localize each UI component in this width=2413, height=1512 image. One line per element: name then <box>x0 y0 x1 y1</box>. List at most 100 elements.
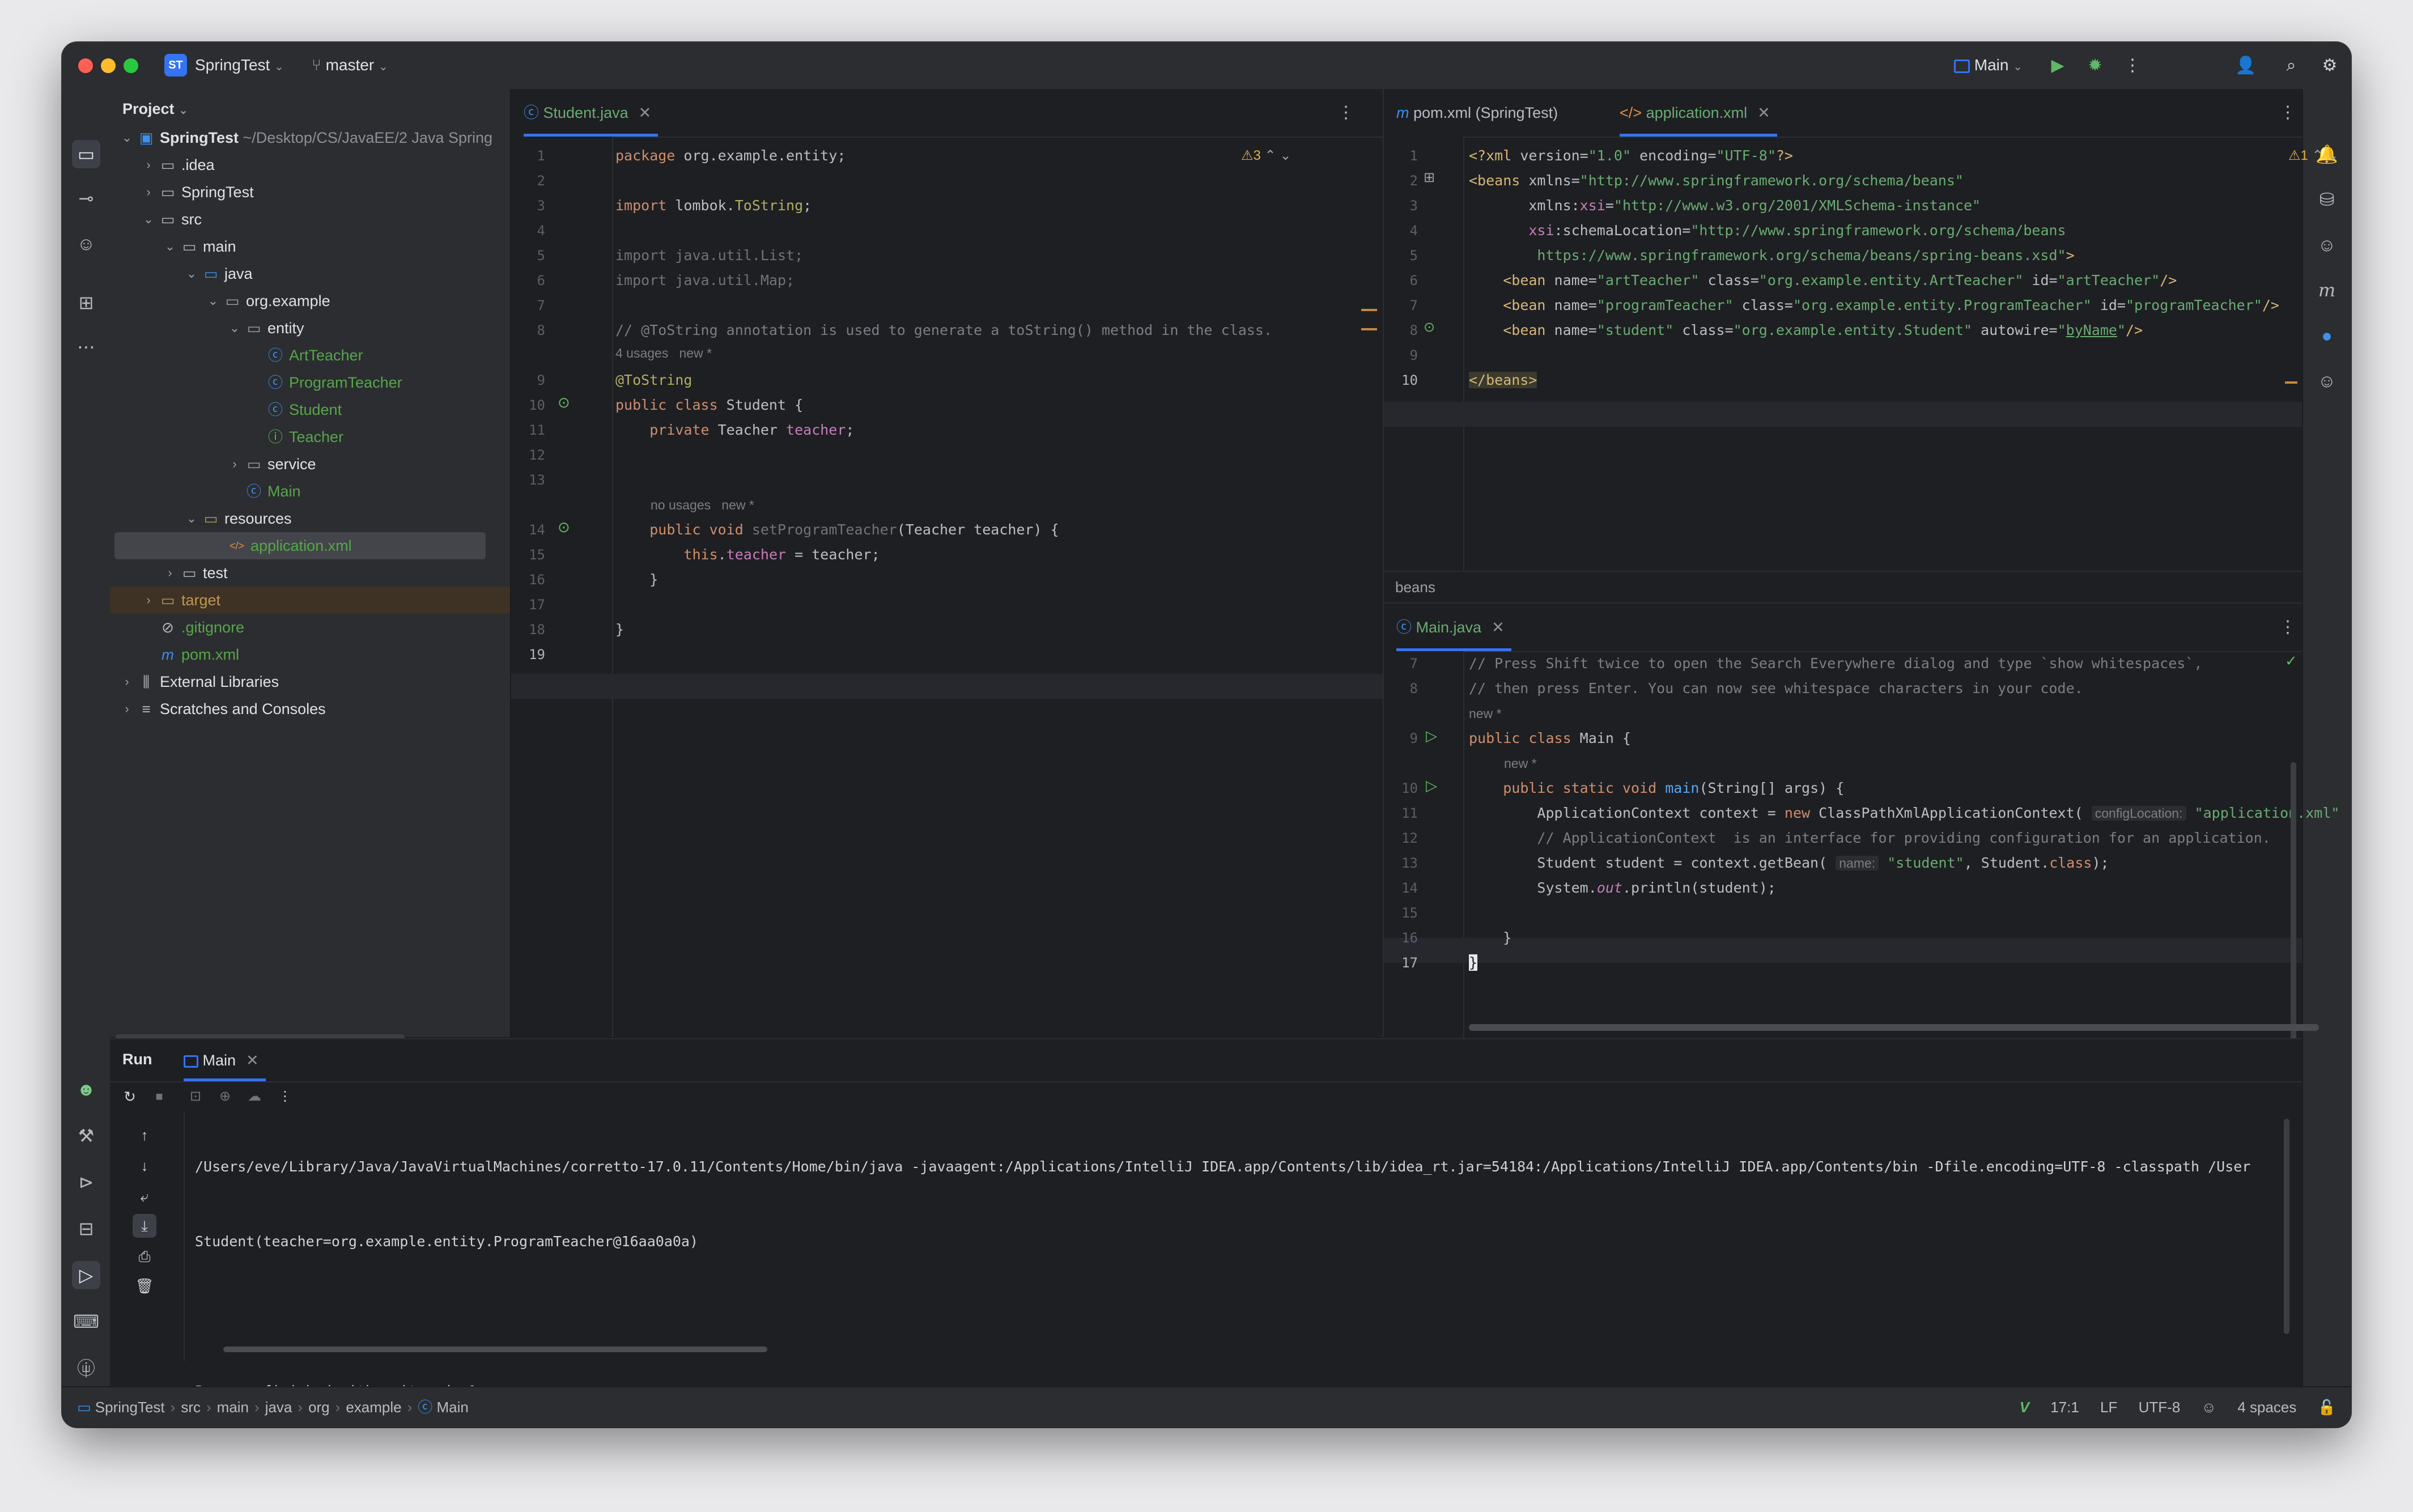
tab-options-icon[interactable]: ⋮ <box>2279 89 2296 137</box>
project-folder-icon[interactable]: ▭ <box>72 140 100 168</box>
run-config-selector[interactable]: Main ⌄ <box>1954 55 2023 77</box>
chevron-down-icon[interactable]: ⌄ <box>142 206 155 233</box>
console-vertical-scrollbar[interactable] <box>2284 1119 2289 1334</box>
tree-item[interactable]: ⊘ .gitignore <box>110 614 510 641</box>
tree-item[interactable]: ⓒ ArtTeacher <box>110 342 510 369</box>
implementation-gutter-icon[interactable]: ⊙ <box>558 519 570 536</box>
run-tool-icon[interactable]: ▷ <box>72 1261 100 1289</box>
tree-item[interactable]: ⌄ ▭ main <box>110 233 510 260</box>
more-actions-icon[interactable]: ⋮ <box>2121 54 2144 78</box>
console-output[interactable]: /Users/eve/Library/Java/JavaVirtualMachi… <box>195 1105 2250 1427</box>
database-icon[interactable]: ⊟ <box>72 1214 100 1243</box>
services-icon[interactable]: ⊳ <box>72 1168 100 1196</box>
bean-graph-gutter-icon[interactable]: ⊞ <box>1424 169 1435 186</box>
chevron-right-icon[interactable]: › <box>120 695 134 723</box>
tree-item[interactable]: ⌄ ▭ org.example <box>110 287 510 315</box>
breadcrumb-item[interactable]: example <box>346 1399 401 1416</box>
editor-horizontal-scrollbar[interactable] <box>1469 1024 2319 1031</box>
chevron-down-icon[interactable]: ⌄ <box>228 315 241 342</box>
trash-icon[interactable]: 🗑 <box>133 1274 156 1298</box>
tab-options-icon[interactable]: ⋮ <box>1337 89 1354 137</box>
tab-application-xml[interactable]: </> application.xml ✕ <box>1620 89 1777 137</box>
chevron-right-icon[interactable]: › <box>163 559 177 587</box>
tree-item[interactable]: ⓘ Teacher <box>110 423 510 451</box>
print-icon[interactable]: ⎙ <box>133 1245 156 1268</box>
git-branch-icon[interactable]: ⑂ <box>72 1357 100 1386</box>
tree-item[interactable]: ⌄ ▭ java <box>110 260 510 287</box>
chevron-down-icon[interactable]: ⌄ <box>206 287 220 315</box>
bean-gutter-icon[interactable]: ⊙ <box>1424 319 1435 335</box>
add-user-icon[interactable]: 👤 <box>2234 54 2258 78</box>
chevron-right-icon[interactable]: › <box>120 668 134 695</box>
warnings-indicator[interactable]: ⚠3 ⌃ ⌄ <box>1241 143 1291 168</box>
tree-item[interactable]: › ▭ SpringTest <box>110 179 510 206</box>
tab-student-java[interactable]: ⓒ Student.java ✕ <box>524 89 659 137</box>
search-icon[interactable]: ⌕ <box>2279 54 2303 78</box>
run-gutter-icon[interactable]: ▷ <box>1426 777 1437 795</box>
tree-item[interactable]: ⓒ ProgramTeacher <box>110 369 510 396</box>
close-tab-icon[interactable]: ✕ <box>246 1052 259 1069</box>
settings-gear-icon[interactable]: ⚙ <box>2318 54 2342 78</box>
run-gutter-icon[interactable]: ▷ <box>1426 727 1437 745</box>
close-window-button[interactable] <box>78 58 93 73</box>
arrow-up-icon[interactable]: ↑ <box>133 1123 156 1147</box>
tree-item[interactable]: ⓒ Main <box>110 478 510 505</box>
rerun-icon[interactable]: ↻ <box>118 1085 142 1108</box>
tree-item[interactable]: › ▭ service <box>110 451 510 478</box>
terminal-icon[interactable]: ⌨ <box>72 1307 100 1336</box>
run-panel-title[interactable]: Run <box>122 1051 152 1068</box>
caret-position[interactable]: 17:1 <box>2050 1399 2079 1416</box>
chevron-right-icon[interactable]: › <box>142 587 155 614</box>
tree-item[interactable]: › ▭ target <box>110 587 510 614</box>
breadcrumb-item[interactable]: java <box>265 1399 292 1416</box>
stop-icon[interactable]: ■ <box>147 1085 171 1108</box>
chevron-right-icon[interactable]: › <box>142 179 155 206</box>
breadcrumb-item[interactable]: org <box>308 1399 330 1416</box>
tree-item[interactable]: › ⫼ External Libraries <box>110 668 510 695</box>
arrow-down-icon[interactable]: ↓ <box>133 1154 156 1178</box>
lock-icon[interactable]: 🔓 <box>2318 1399 2336 1416</box>
copilot-status-icon[interactable]: ☺ <box>2202 1399 2217 1416</box>
breadcrumb-item[interactable]: SpringTest <box>95 1399 165 1416</box>
minimize-window-button[interactable] <box>101 58 116 73</box>
run-tab-main[interactable]: Main ✕ <box>184 1039 266 1081</box>
close-tab-icon[interactable]: ✕ <box>1757 104 1770 121</box>
build-hammer-icon[interactable]: ⚒ <box>72 1122 100 1150</box>
python-console-icon[interactable]: ☻ <box>72 1075 100 1103</box>
maven-icon[interactable]: m <box>2313 276 2341 304</box>
tree-item[interactable]: › ≡ Scratches and Consoles <box>110 695 510 723</box>
tree-item[interactable]: › ▭ .idea <box>110 151 510 179</box>
run-icon[interactable]: ▶ <box>2046 54 2070 78</box>
tree-item[interactable]: ⌄ ▣ SpringTest ~/Desktop/CS/JavaEE/2 Java … <box>110 124 510 151</box>
tree-item[interactable]: m pom.xml <box>110 641 510 668</box>
breadcrumb-item[interactable]: src <box>181 1399 201 1416</box>
copilot-chat-icon[interactable]: ☺ <box>2313 231 2341 259</box>
soft-wrap-icon[interactable]: ⤶ <box>133 1184 156 1208</box>
line-separator[interactable]: LF <box>2100 1399 2117 1416</box>
project-badge[interactable]: ST <box>164 54 187 77</box>
chevron-down-icon[interactable]: ⌄ <box>185 505 198 532</box>
branch-switcher[interactable]: ⑂ master ⌄ <box>312 55 388 77</box>
editor-vertical-scrollbar[interactable] <box>2291 762 2296 1046</box>
chevron-down-icon[interactable]: ⌄ <box>120 124 134 151</box>
breadcrumb-item[interactable]: main <box>217 1399 249 1416</box>
more-tools-icon[interactable]: ⋯ <box>72 333 100 361</box>
zoom-window-button[interactable] <box>124 58 138 73</box>
vim-icon[interactable]: V <box>2020 1399 2029 1416</box>
database-icon[interactable]: ⛁ <box>2313 185 2341 214</box>
tab-pom-xml[interactable]: m pom.xml (SpringTest) <box>1396 89 1558 137</box>
implementation-gutter-icon[interactable]: ⊙ <box>558 394 570 411</box>
project-switcher[interactable]: SpringTest ⌄ <box>195 55 284 77</box>
chevron-right-icon[interactable]: › <box>228 451 241 478</box>
copilot-icon[interactable]: ☺ <box>2313 367 2341 395</box>
close-tab-icon[interactable]: ✕ <box>639 104 652 121</box>
assistant-bubble-icon[interactable]: ● <box>2313 321 2341 350</box>
tree-item[interactable]: ⓒ Student <box>110 396 510 423</box>
tab-options-icon[interactable]: ⋮ <box>2279 604 2296 651</box>
close-tab-icon[interactable]: ✕ <box>1492 619 1505 636</box>
tree-item[interactable]: › ▭ test <box>110 559 510 587</box>
tab-main-java[interactable]: ⓒ Main.java ✕ <box>1396 604 1511 651</box>
chevron-right-icon[interactable]: › <box>142 151 155 179</box>
chevron-down-icon[interactable]: ⌄ <box>185 260 198 287</box>
breadcrumb-item[interactable]: Main <box>437 1399 469 1416</box>
